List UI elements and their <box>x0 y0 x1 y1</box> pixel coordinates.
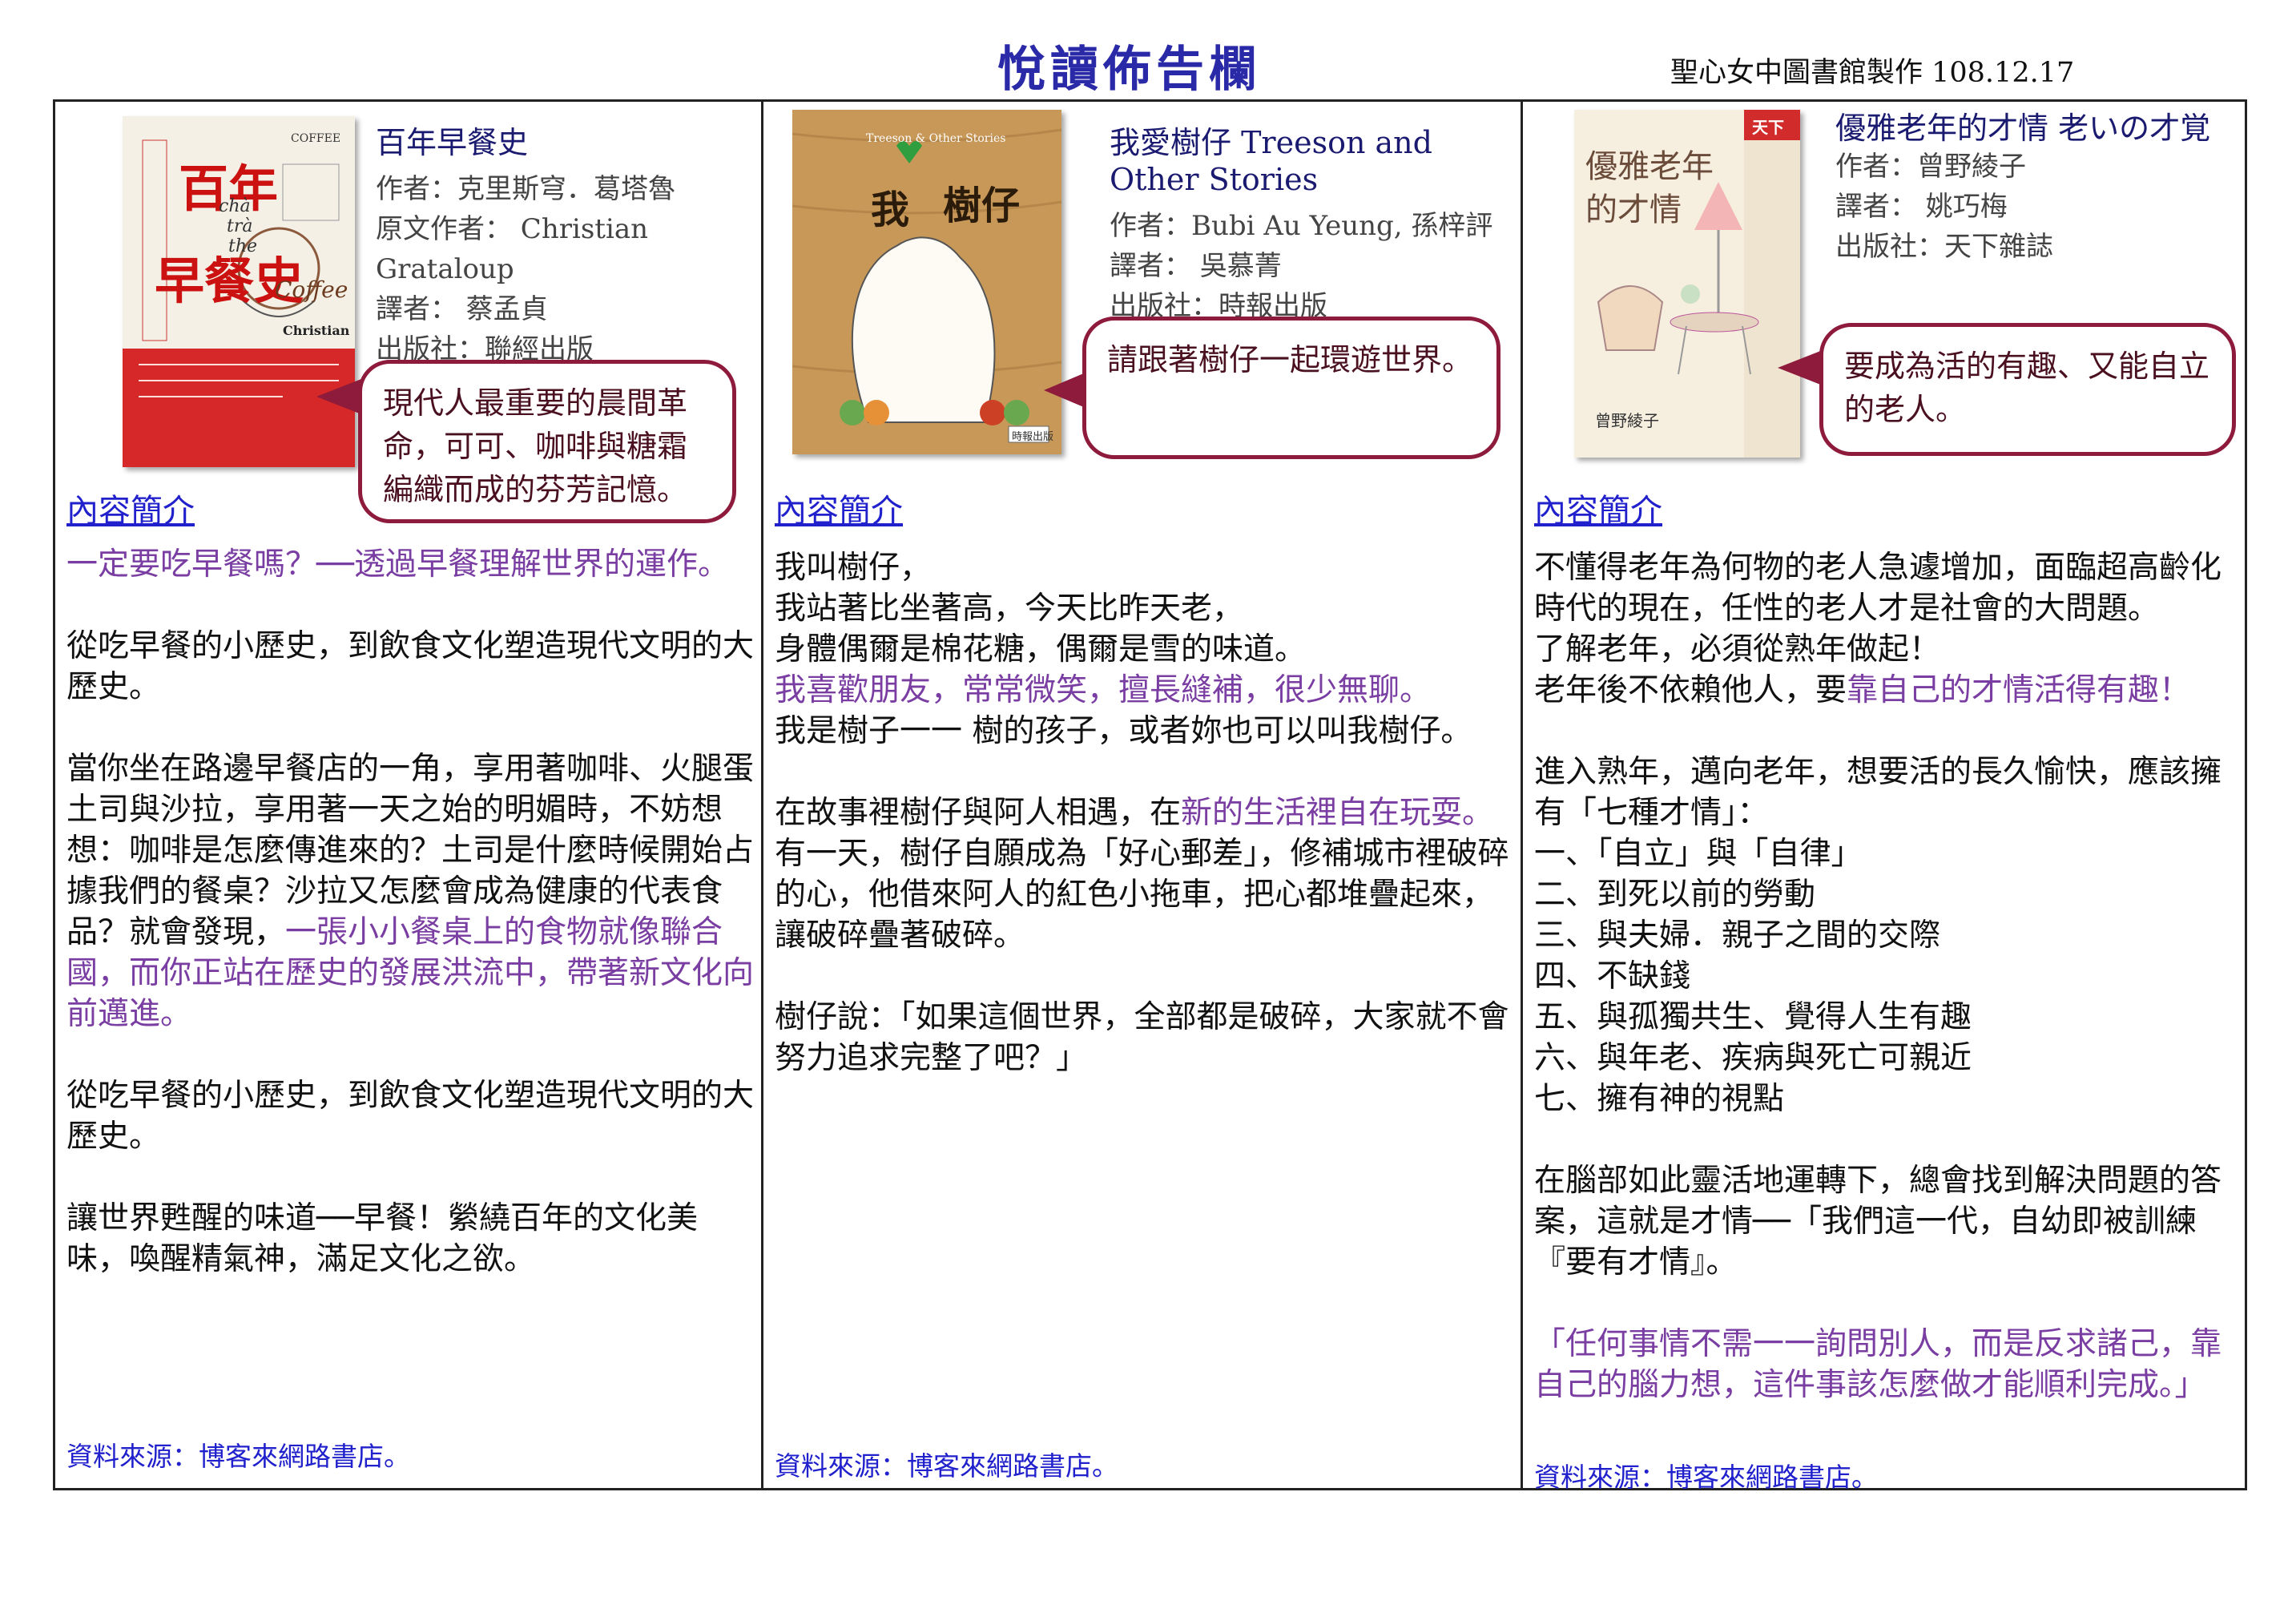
description-line: 老年後不依賴他人，要靠自己的才情活得有趣！ <box>1534 670 2239 711</box>
cover-publisher-mark: 時報出版 <box>1012 431 1054 443</box>
content-intro-link[interactable]: 內容簡介 <box>66 485 195 531</box>
paragraph-text: 有一天，樹仔自願成為「好心郵差」，修補城市裡破碎的心，他借來阿人的紅色小拖車，把… <box>775 836 1509 954</box>
book-author: 作者：曾野綾子 <box>1835 151 2026 183</box>
cover-word-christian: Christian <box>283 323 350 338</box>
talent-item: 七、擁有神的視點 <box>1534 1081 1785 1117</box>
speech-bubble: 要成為活的有趣、又能自立的老人。 <box>1819 323 2236 456</box>
line-highlight: 靠自己的才情活得有趣！ <box>1847 672 2191 708</box>
description-line: 我站著比坐著高，今天比昨天老， <box>775 591 1244 627</box>
description-line: 了解老年，必須從熟年做起！ <box>1534 631 1941 667</box>
bubble-tail <box>1044 373 1086 408</box>
description-paragraph: 從吃早餐的小歷史，到飲食文化塑造現代文明的大歷史。 <box>66 1078 755 1155</box>
book-author: 作者：Bubi Au Yeung, 孫梓評 <box>1110 210 1493 242</box>
description-paragraph: 樹仔說：「如果這個世界，全部都是破碎，大家就不會努力追求完整了吧？」 <box>775 999 1509 1076</box>
talent-item: 二、到死以前的勞動 <box>1534 877 1816 913</box>
cover-word-cha: chà <box>219 196 251 216</box>
book-publisher: 出版社：天下雜誌 <box>1835 231 2053 263</box>
cover-title-line2: 的才情 <box>1585 192 1682 228</box>
source-credit: 資料來源：博客來網路書店。 <box>66 1441 410 1472</box>
description-line: 我叫樹仔， <box>775 550 932 586</box>
description-paragraph: 在故事裡樹仔與阿人相遇，在新的生活裡自在玩耍。有一天，樹仔自願成為「好心郵差」，… <box>775 792 1512 956</box>
cover-word-coffee: COFFEE <box>291 132 341 145</box>
book-translator: 譯者： 吳慕菁 <box>1110 250 1282 282</box>
description-line: 我是樹子一一 樹的孩子，或者妳也可以叫我樹仔。 <box>775 713 1472 749</box>
description-line: 我喜歡朋友，常常微笑，擅長縫補，很少無聊。 <box>775 672 1432 708</box>
paragraph-highlight: 新的生活裡自在玩耍。 <box>1181 795 1494 831</box>
cover-author: 曾野綾子 <box>1595 411 1659 430</box>
cover-title-line1: 優雅老年 <box>1585 148 1714 185</box>
description-line: 進入熟年，邁向老年，想要活的長久愉快，應該擁有「七種才情」： <box>1534 754 2222 831</box>
book-title: 百年早餐史 <box>376 125 529 160</box>
book-info-elegant-aging: 優雅老年的才情 老いの才覚 作者：曾野綾子 譯者： 姚巧梅 出版社：天下雜誌 <box>1835 110 2236 267</box>
book-title: 我愛樹仔 Treeson and Other Stories <box>1110 125 1432 197</box>
description-paragraph: 當你坐在路邊早餐店的一角，享用著咖啡、火腿蛋土司與沙拉，享用著一天之始的明媚時，… <box>66 748 755 1034</box>
bubble-tail <box>1778 350 1823 385</box>
book-info-treeson: 我愛樹仔 Treeson and Other Stories 作者：Bubi A… <box>1110 124 1510 326</box>
book-translator: 譯者： 姚巧梅 <box>1835 191 2008 223</box>
paragraph-text: 在故事裡樹仔與阿人相遇，在 <box>775 795 1182 831</box>
cover-word-tra: trà <box>227 216 253 236</box>
description-quote: 「任何事情不需一一詢問別人，而是反求諸己，靠自己的腦力想，這件事該怎麼做才能順利… <box>1534 1326 2222 1403</box>
book-title: 優雅老年的才情 老いの才覚 <box>1835 111 2211 146</box>
cover-title-treeson: 樹仔 <box>943 183 1021 228</box>
cover-publisher-mark: 天下 <box>1752 118 1784 137</box>
book-description: 不懂得老年為何物的老人急遽增加，面臨超高齡化時代的現在，任性的老人才是社會的大問… <box>1534 547 2239 1446</box>
description-paragraph: 讓世界甦醒的味道──早餐！縈繞百年的文化美味，喚醒精氣神，滿足文化之欲。 <box>66 1200 698 1277</box>
cover-title-wo: 我 <box>871 188 910 232</box>
book-cover-breakfast: 百年 早餐史 COFFEE chà trà the Coffee Christi… <box>123 116 355 467</box>
cover-subtitle: Treeson & Other Stories <box>866 132 1006 145</box>
bulletin-board: 百年 早餐史 COFFEE chà trà the Coffee Christi… <box>53 99 2247 1493</box>
source-credit: 資料來源：博客來網路書店。 <box>775 1450 1118 1482</box>
talent-item: 六、與年老、疾病與死亡可親近 <box>1534 1040 1972 1076</box>
book-description: 一定要吃早餐嗎？──透過早餐理解世界的運作。 從吃早餐的小歷史，到飲食文化塑造現… <box>66 544 755 1321</box>
book-translator: 譯者： 蔡孟貞 <box>376 293 548 325</box>
content-intro-link[interactable]: 內容簡介 <box>1534 485 1662 531</box>
page-title: 悅讀佈告欄 <box>997 42 1262 98</box>
line-text: 老年後不依賴他人，要 <box>1534 672 1847 708</box>
book-cover-treeson: Treeson & Other Stories 我 樹仔 時報出版 <box>792 110 1061 454</box>
book-cover-elegant-aging: 優雅老年 的才情 天下 曾野綾子 <box>1574 110 1800 458</box>
talent-item: 五、與孤獨共生、覺得人生有趣 <box>1534 999 1972 1035</box>
talent-item: 四、不缺錢 <box>1534 958 1691 994</box>
source-credit: 資料來源：博客來網路書店。 <box>1534 1462 1878 1493</box>
content-intro-link[interactable]: 內容簡介 <box>775 485 903 531</box>
speech-bubble: 請跟著樹仔一起環遊世界。 <box>1082 317 1500 459</box>
book-info-breakfast: 百年早餐史 作者：克里斯穹．葛塔魯 原文作者： Christian Gratal… <box>376 124 752 369</box>
talent-item: 三、與夫婦．親子之間的交際 <box>1534 917 1941 954</box>
book-original-author: 原文作者： Christian Grataloup <box>376 213 648 285</box>
description-paragraph: 從吃早餐的小歷史，到飲食文化塑造現代文明的大歷史。 <box>66 628 755 705</box>
book-description: 我叫樹仔， 我站著比坐著高，今天比昨天老， 身體偶爾是棉花糖，偶爾是雪的味道。 … <box>775 547 1512 1119</box>
book-column-breakfast: 百年 早餐史 COFFEE chà trà the Coffee Christi… <box>55 102 763 1488</box>
description-line: 身體偶爾是棉花糖，偶爾是雪的味道。 <box>775 631 1307 667</box>
library-credit: 聖心女中圖書館製作 108.12.17 <box>1670 57 2075 89</box>
description-line: 不懂得老年為何物的老人急遽增加，面臨超高齡化時代的現在，任性的老人才是社會的大問… <box>1534 550 2222 627</box>
description-lead: 一定要吃早餐嗎？──透過早餐理解世界的運作。 <box>66 546 729 583</box>
book-column-treeson: Treeson & Other Stories 我 樹仔 時報出版 我愛樹仔 T… <box>763 102 1523 1488</box>
description-paragraph: 在腦部如此靈活地運轉下，總會找到解決問題的答案，這就是才情──「我們這一代，自幼… <box>1534 1163 2222 1280</box>
book-column-elegant-aging: 優雅老年 的才情 天下 曾野綾子 優雅老年的才情 老いの才覚 作者：曾野綾子 譯… <box>1523 102 2245 1493</box>
book-author: 作者：克里斯穹．葛塔魯 <box>376 173 675 205</box>
cover-word-the: the <box>228 236 258 256</box>
speech-bubble: 現代人最重要的晨間革命，可可、咖啡與糖霜編織而成的芬芳記憶。 <box>358 360 736 523</box>
talent-item: 一、「自立」與「自律」 <box>1534 836 1863 872</box>
bubble-tail <box>316 379 361 414</box>
cover-word-coffee-script: Coffee <box>275 276 348 303</box>
